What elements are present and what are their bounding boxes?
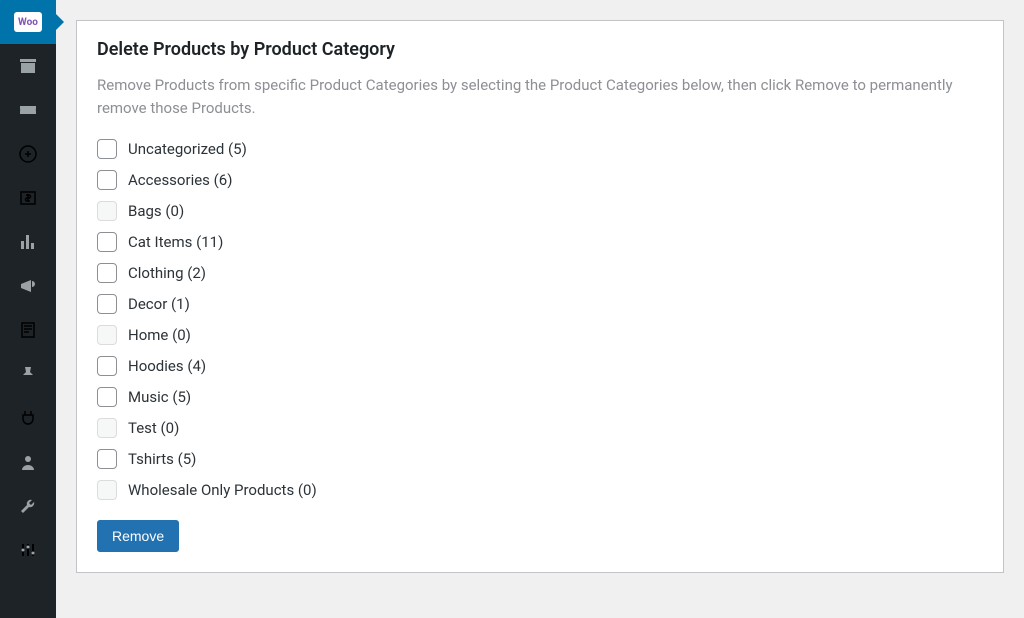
sidebar-item-settings[interactable] [0, 528, 56, 572]
sidebar-item-pricing[interactable] [0, 176, 56, 220]
remove-button[interactable]: Remove [97, 520, 179, 552]
category-row: Cat Items (11) [97, 232, 983, 252]
admin-sidebar: Woo [0, 0, 56, 618]
category-row: Hoodies (4) [97, 356, 983, 376]
category-checkbox [97, 325, 117, 345]
category-checkbox[interactable] [97, 139, 117, 159]
sidebar-item-plugins[interactable] [0, 396, 56, 440]
sidebar-item-marketing[interactable] [0, 264, 56, 308]
category-row: Wholesale Only Products (0) [97, 480, 983, 500]
chart-icon [18, 232, 38, 252]
sidebar-item-forms[interactable] [0, 308, 56, 352]
category-row: Accessories (6) [97, 170, 983, 190]
sidebar-item-tools[interactable] [0, 484, 56, 528]
category-checkbox [97, 480, 117, 500]
archive-icon [18, 56, 38, 76]
catalog-icon [18, 144, 38, 164]
category-row: Uncategorized (5) [97, 139, 983, 159]
megaphone-icon [18, 276, 38, 296]
category-label: Test (0) [128, 419, 179, 437]
category-row: Tshirts (5) [97, 449, 983, 469]
category-list: Uncategorized (5) Accessories (6) Bags (0)… [97, 139, 983, 500]
sidebar-item-pin[interactable] [0, 352, 56, 396]
category-checkbox[interactable] [97, 232, 117, 252]
category-label: Wholesale Only Products (0) [128, 481, 317, 499]
category-label: Accessories (6) [128, 171, 232, 189]
category-label: Home (0) [128, 326, 191, 344]
category-row: Test (0) [97, 418, 983, 438]
category-row: Home (0) [97, 325, 983, 345]
category-checkbox[interactable] [97, 294, 117, 314]
category-label: Clothing (2) [128, 264, 206, 282]
category-label: Bags (0) [128, 202, 184, 220]
category-checkbox [97, 418, 117, 438]
plug-icon [18, 408, 38, 428]
main-content: Delete Products by Product Category Remo… [56, 0, 1024, 618]
category-checkbox[interactable] [97, 449, 117, 469]
wrench-icon [18, 496, 38, 516]
panel-title: Delete Products by Product Category [97, 39, 983, 60]
user-icon [18, 452, 38, 472]
sidebar-item-ticket[interactable] [0, 88, 56, 132]
sidebar-item-users[interactable] [0, 440, 56, 484]
category-row: Bags (0) [97, 201, 983, 221]
category-label: Cat Items (11) [128, 233, 223, 251]
category-label: Uncategorized (5) [128, 140, 247, 158]
category-row: Music (5) [97, 387, 983, 407]
dollar-icon [18, 188, 38, 208]
sidebar-item-woocommerce[interactable]: Woo [0, 0, 56, 44]
category-checkbox[interactable] [97, 263, 117, 283]
sidebar-item-analytics[interactable] [0, 220, 56, 264]
category-label: Tshirts (5) [128, 450, 196, 468]
sliders-icon [18, 540, 38, 560]
delete-categories-panel: Delete Products by Product Category Remo… [76, 20, 1004, 573]
sidebar-item-catalog[interactable] [0, 132, 56, 176]
category-checkbox[interactable] [97, 170, 117, 190]
category-row: Decor (1) [97, 294, 983, 314]
panel-description: Remove Products from specific Product Ca… [97, 74, 983, 121]
category-checkbox[interactable] [97, 387, 117, 407]
form-icon [18, 320, 38, 340]
woo-icon: Woo [14, 12, 42, 32]
category-label: Hoodies (4) [128, 357, 206, 375]
category-label: Decor (1) [128, 295, 190, 313]
category-checkbox [97, 201, 117, 221]
category-label: Music (5) [128, 388, 191, 406]
ticket-icon [18, 100, 38, 120]
category-checkbox[interactable] [97, 356, 117, 376]
pin-icon [18, 364, 38, 384]
sidebar-item-archive[interactable] [0, 44, 56, 88]
category-row: Clothing (2) [97, 263, 983, 283]
